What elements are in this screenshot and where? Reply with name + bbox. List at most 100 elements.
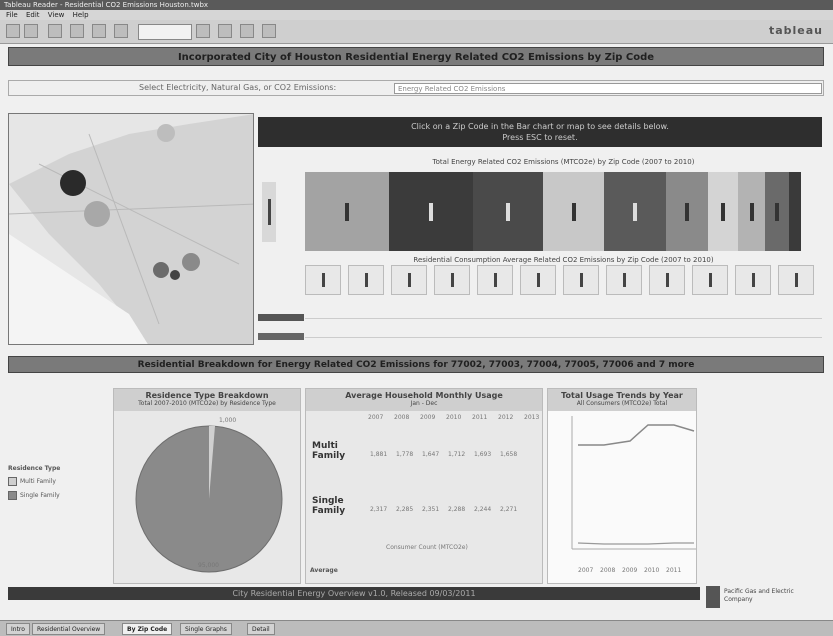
mini-cell[interactable]: [778, 265, 814, 295]
avg-cell: 1,712: [448, 451, 466, 458]
fullscreen-icon[interactable]: [240, 24, 254, 38]
treemap-block[interactable]: [604, 172, 666, 251]
mini-cell[interactable]: [606, 265, 642, 295]
treemap-block[interactable]: [305, 172, 389, 251]
menu-bar: File Edit View Help: [0, 10, 833, 20]
month-header: 2012: [498, 414, 514, 421]
trend-line-bottom[interactable]: [577, 542, 694, 545]
treemap-block[interactable]: [765, 172, 789, 251]
treemap-block[interactable]: [789, 172, 801, 251]
tableau-logo: tableau: [768, 24, 823, 37]
legend-label: Single Family: [20, 492, 60, 499]
zoom-input[interactable]: [138, 24, 192, 40]
trend-year: 2007: [578, 567, 594, 574]
redo-icon[interactable]: [114, 24, 128, 38]
mini-cell[interactable]: [434, 265, 470, 295]
avg-cell: 2,288: [448, 506, 466, 513]
pie-panel: Residence Type Breakdown Total 2007-2010…: [113, 388, 301, 584]
pie-svg: [135, 425, 283, 573]
avg-title: Average Household Monthly Usage: [345, 391, 503, 400]
tab-by-zip-code[interactable]: By Zip Code: [122, 623, 173, 635]
pie-title: Residence Type Breakdown: [145, 391, 269, 400]
menu-file[interactable]: File: [6, 11, 18, 19]
trend-line-top[interactable]: [578, 424, 695, 446]
trend-year: 2009: [622, 567, 638, 574]
avg-cell: 1,658: [500, 451, 518, 458]
company-name: Pacific Gas and Electric Company: [724, 588, 794, 603]
row-single-family: Single Family: [312, 496, 346, 516]
pie-label-top: 1,000: [219, 417, 237, 424]
avg-footer: Consumer Count (MTCO2e): [386, 544, 468, 551]
avg-cell: 2,317: [370, 506, 388, 513]
avg-cell: 2,285: [396, 506, 414, 513]
row-label-bar: [258, 333, 304, 340]
trend-panel: Total Usage Trends by Year All Consumers…: [547, 388, 697, 584]
mini-cell[interactable]: [563, 265, 599, 295]
undo-icon[interactable]: [92, 24, 106, 38]
month-header: 2011: [472, 414, 488, 421]
treemap-block[interactable]: [708, 172, 738, 251]
back-icon[interactable]: [6, 24, 20, 38]
legend-swatch: [8, 491, 17, 500]
mini-cell[interactable]: [649, 265, 685, 295]
zip-bubble[interactable]: [157, 124, 175, 142]
mini-cell[interactable]: [692, 265, 728, 295]
tab-residential-overview[interactable]: Residential Overview: [32, 623, 106, 635]
share-icon[interactable]: [262, 24, 276, 38]
tab-detail[interactable]: Detail: [247, 623, 275, 635]
avg-cell: 2,271: [500, 506, 518, 513]
zip-bubble[interactable]: [182, 253, 200, 271]
dashboard-title: Incorporated City of Houston Residential…: [8, 47, 824, 66]
menu-edit[interactable]: Edit: [26, 11, 40, 19]
row-multi-family: Multi Family: [312, 441, 346, 461]
treemap-block[interactable]: [738, 172, 765, 251]
mini-cell[interactable]: [735, 265, 771, 295]
presentation-icon[interactable]: [218, 24, 232, 38]
mini-cell[interactable]: [477, 265, 513, 295]
footer-banner: City Residential Energy Overview v1.0, R…: [8, 587, 700, 600]
trend-year: 2011: [666, 567, 682, 574]
map-svg: [9, 114, 253, 344]
zip-bubble[interactable]: [170, 270, 180, 280]
row-label-bar: [258, 314, 304, 321]
trend-year: 2010: [644, 567, 660, 574]
breakdown-banner: Residential Breakdown for Energy Related…: [8, 356, 824, 373]
avg-cell: 1,881: [370, 451, 388, 458]
treemap-chart[interactable]: [305, 172, 801, 251]
tab-single-graphs[interactable]: Single Graphs: [180, 623, 232, 635]
trend-svg: [571, 416, 696, 550]
menu-help[interactable]: Help: [73, 11, 89, 19]
avg-subtitle: Jan - Dec: [410, 400, 438, 407]
selector-label: Select Electricity, Natural Gas, or CO2 …: [139, 83, 337, 92]
mini-cell[interactable]: [305, 265, 341, 295]
treemap-block[interactable]: [473, 172, 543, 251]
zip-bubble-large[interactable]: [60, 170, 86, 196]
mini-cell[interactable]: [520, 265, 556, 295]
treemap-block[interactable]: [666, 172, 708, 251]
treemap-block[interactable]: [389, 172, 473, 251]
legend-item-single[interactable]: Single Family: [8, 491, 78, 500]
instruction-text-2: Press ESC to reset.: [502, 133, 578, 142]
zip-bubble[interactable]: [153, 262, 169, 278]
zoom-icon[interactable]: [196, 24, 210, 38]
print-icon[interactable]: [70, 24, 84, 38]
avg-cell: 1,647: [422, 451, 440, 458]
divider: [305, 318, 822, 319]
legend-item-multi[interactable]: Multi Family: [8, 477, 78, 486]
trend-year: 2008: [600, 567, 616, 574]
treemap-block[interactable]: [543, 172, 604, 251]
tab-intro[interactable]: Intro: [6, 623, 30, 635]
month-header: 2013: [524, 414, 540, 421]
legend-swatch: [8, 477, 17, 486]
forward-icon[interactable]: [24, 24, 38, 38]
zip-bubble[interactable]: [84, 201, 110, 227]
avg-header: Average Household Monthly Usage Jan - De…: [306, 389, 542, 411]
measure-dropdown[interactable]: Energy Related CO2 Emissions: [394, 83, 822, 94]
mini-cell[interactable]: [348, 265, 384, 295]
mini-cell[interactable]: [391, 265, 427, 295]
legend-title: Residence Type: [8, 465, 61, 472]
zip-code-map[interactable]: [8, 113, 254, 345]
window-title: Tableau Reader - Residential CO2 Emissio…: [0, 0, 833, 10]
menu-view[interactable]: View: [48, 11, 65, 19]
open-icon[interactable]: [48, 24, 62, 38]
